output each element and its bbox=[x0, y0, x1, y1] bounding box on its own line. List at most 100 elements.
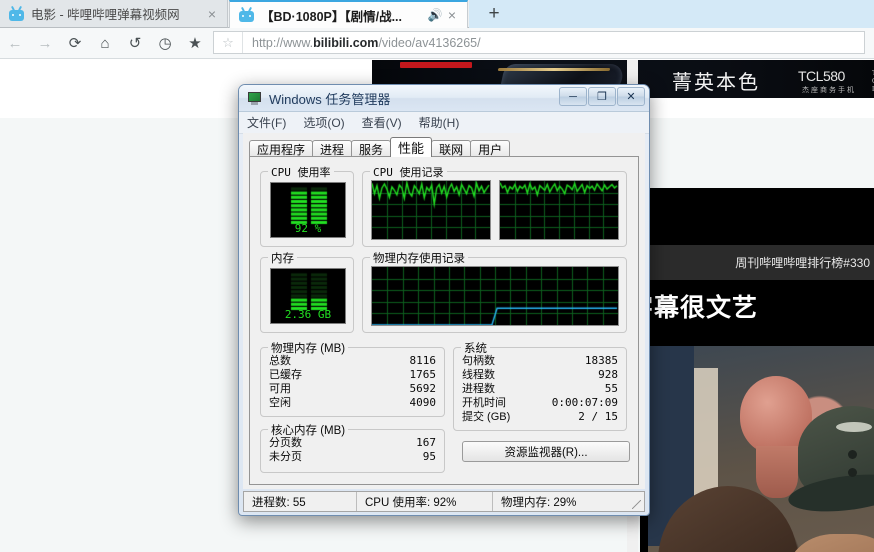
new-tab-button[interactable]: + bbox=[469, 0, 519, 28]
undo-icon[interactable]: ↺ bbox=[120, 28, 150, 59]
cpu-usage-group: CPU 使用率 92 % bbox=[260, 164, 354, 247]
reload-icon[interactable]: ⟳ bbox=[60, 28, 90, 59]
cpu-history-group: CPU 使用记录 bbox=[362, 164, 627, 247]
status-processes: 进程数: 55 bbox=[252, 496, 306, 509]
stat-value: 1765 bbox=[409, 368, 437, 381]
stat-key: 进程数 bbox=[462, 383, 495, 395]
stat-value: 5692 bbox=[409, 382, 437, 395]
star-icon[interactable]: ☆ bbox=[214, 32, 243, 53]
ad-brand: TCL580 bbox=[798, 68, 845, 84]
stat-value: 928 bbox=[598, 368, 618, 381]
url-text: http://www.bilibili.com/video/av4136265/ bbox=[243, 36, 481, 50]
task-manager-client-area: 应用程序 进程 服务 性能 联网 用户 CPU 使用率 92 % CPU 使用记… bbox=[243, 133, 645, 489]
tab-processes[interactable]: 进程 bbox=[312, 140, 353, 157]
browser-tab-strip: 电影 - 哔哩哔哩弹幕视频网 × 【BD·1080P】【剧情/战... 🔊 × … bbox=[0, 0, 874, 28]
tab-users[interactable]: 用户 bbox=[470, 140, 511, 157]
close-icon[interactable]: × bbox=[203, 7, 221, 21]
task-manager-menubar: 文件(F) 选项(O) 查看(V) 帮助(H) bbox=[239, 112, 649, 134]
speaker-icon[interactable]: 🔊 bbox=[427, 8, 443, 22]
task-manager-statusbar: 进程数: 55 CPU 使用率: 92% 物理内存: 29% bbox=[243, 491, 645, 512]
menu-file[interactable]: 文件(F) bbox=[247, 114, 286, 131]
memory-history-label: 物理内存使用记录 bbox=[370, 250, 468, 266]
stat-row: 已缓存 1765 bbox=[269, 368, 436, 382]
task-manager-monitor-icon bbox=[247, 91, 262, 105]
tab-applications[interactable]: 应用程序 bbox=[249, 140, 314, 157]
ad-red-accent bbox=[400, 62, 472, 68]
stat-key: 句柄数 bbox=[462, 355, 495, 367]
address-bar[interactable]: ☆ http://www.bilibili.com/video/av413626… bbox=[213, 31, 865, 54]
stat-row: 句柄数 18385 bbox=[462, 354, 618, 368]
kernel-memory-stats: 分页数 167 未分页 95 bbox=[269, 436, 436, 464]
stat-key: 空闲 bbox=[269, 397, 291, 409]
system-group: 系统 句柄数 18385 线程数 928 进程数 55 开机时间 0:00:07:09 … bbox=[453, 340, 627, 431]
close-button[interactable]: ✕ bbox=[617, 87, 645, 106]
cpu-usage-label: CPU 使用率 bbox=[268, 164, 334, 180]
back-icon[interactable]: ← bbox=[0, 28, 30, 59]
ranking-text: 周刊哔哩哔哩排行榜#330 bbox=[735, 256, 870, 270]
stat-row: 分页数 167 bbox=[269, 436, 436, 450]
physical-memory-group: 物理内存 (MB) 总数 8116 已缓存 1765 可用 5692 空闲 4090 bbox=[260, 340, 445, 417]
tab-strip-filler bbox=[519, 0, 874, 28]
cpu-history-graph-0 bbox=[371, 180, 491, 240]
stat-row: 未分页 95 bbox=[269, 450, 436, 464]
stat-key: 线程数 bbox=[462, 369, 495, 381]
stat-row: 线程数 928 bbox=[462, 368, 618, 382]
stat-key: 提交 (GB) bbox=[462, 411, 511, 423]
cpu-usage-value: 92 % bbox=[294, 222, 322, 235]
stat-row: 空闲 4090 bbox=[269, 396, 436, 410]
memory-history-group: 物理内存使用记录 bbox=[362, 250, 627, 333]
task-manager-titlebar[interactable]: Windows 任务管理器 ─ ❐ ✕ bbox=[239, 85, 649, 112]
stat-row: 提交 (GB) 2 / 15 bbox=[462, 410, 618, 424]
stat-value: 8116 bbox=[409, 354, 437, 367]
browser-tab-active[interactable]: 【BD·1080P】【剧情/战... 🔊 × bbox=[229, 0, 468, 28]
stat-row: 开机时间 0:00:07:09 bbox=[462, 396, 618, 410]
menu-options[interactable]: 选项(O) bbox=[303, 114, 344, 131]
cpu-history-label: CPU 使用记录 bbox=[370, 164, 447, 180]
url-path: /video/av4136265/ bbox=[378, 35, 481, 50]
home-icon[interactable]: ⌂ bbox=[90, 28, 120, 59]
stat-value: 18385 bbox=[584, 354, 618, 367]
url-scheme: http://www. bbox=[252, 35, 314, 50]
stat-key: 分页数 bbox=[269, 437, 302, 449]
tab-services[interactable]: 服务 bbox=[351, 140, 392, 157]
memory-history-graph bbox=[371, 266, 619, 326]
minimize-button[interactable]: ─ bbox=[559, 87, 587, 106]
bookmark-icon[interactable]: ★ bbox=[180, 28, 210, 59]
cpu-history-graph-1 bbox=[499, 180, 619, 240]
status-cpu: CPU 使用率: 92% bbox=[356, 492, 492, 511]
tab-title: 【BD·1080P】【剧情/战... bbox=[261, 9, 403, 24]
browser-tab-inactive[interactable]: 电影 - 哔哩哔哩弹幕视频网 × bbox=[0, 0, 228, 28]
memory-usage-meter: 2.36 GB bbox=[270, 268, 346, 324]
history-icon[interactable]: ◷ bbox=[150, 28, 180, 59]
system-stats: 句柄数 18385 线程数 928 进程数 55 开机时间 0:00:07:09 提交 … bbox=[462, 354, 618, 424]
menu-view[interactable]: 查看(V) bbox=[362, 114, 402, 131]
bilibili-tv-icon bbox=[239, 8, 254, 22]
forward-icon[interactable]: → bbox=[30, 28, 60, 59]
resource-monitor-button[interactable]: 资源监视器(R)... bbox=[462, 441, 630, 462]
video-frame-image bbox=[648, 346, 874, 552]
window-controls: ─ ❐ ✕ bbox=[558, 87, 645, 106]
ad-headline: 菁英本色 bbox=[672, 72, 760, 94]
close-icon[interactable]: × bbox=[443, 8, 461, 22]
tab-performance[interactable]: 性能 bbox=[390, 137, 433, 157]
resize-grip[interactable] bbox=[632, 500, 641, 509]
bilibili-tv-icon bbox=[9, 7, 24, 21]
task-manager-window[interactable]: Windows 任务管理器 ─ ❐ ✕ 文件(F) 选项(O) 查看(V) 帮助… bbox=[238, 84, 650, 516]
stat-value: 55 bbox=[604, 382, 618, 395]
ranking-banner: 周刊哔哩哔哩排行榜#330 bbox=[640, 245, 874, 280]
menu-help[interactable]: 帮助(H) bbox=[419, 114, 460, 131]
physical-memory-stats: 总数 8116 已缓存 1765 可用 5692 空闲 4090 bbox=[269, 354, 436, 410]
stat-key: 总数 bbox=[269, 355, 291, 367]
stat-key: 未分页 bbox=[269, 451, 302, 463]
stat-key: 可用 bbox=[269, 383, 291, 395]
stat-row: 进程数 55 bbox=[462, 382, 618, 396]
tab-networking[interactable]: 联网 bbox=[431, 140, 472, 157]
kernel-memory-group: 核心内存 (MB) 分页数 167 未分页 95 bbox=[260, 422, 445, 473]
memory-usage-group: 内存 2.36 GB bbox=[260, 250, 354, 333]
maximize-button[interactable]: ❐ bbox=[588, 87, 616, 106]
performance-panel: CPU 使用率 92 % CPU 使用记录 内存 2.36 GB 物理内存使用记… bbox=[249, 156, 639, 485]
ad-subtitle: 杰座商务手机 bbox=[802, 87, 856, 94]
ad-phone-edge bbox=[497, 68, 611, 71]
memory-usage-value: 2.36 GB bbox=[284, 308, 332, 321]
stat-row: 可用 5692 bbox=[269, 382, 436, 396]
